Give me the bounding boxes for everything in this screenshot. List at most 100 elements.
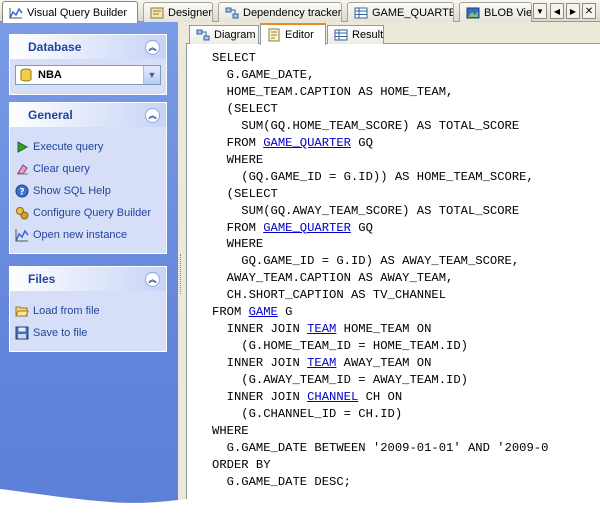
sql-token: WHERE (212, 423, 249, 438)
collapse-icon[interactable]: ︽ (145, 39, 160, 55)
sql-token: WHERE (212, 152, 264, 167)
sql-token: FROM (212, 220, 264, 235)
sql-token: FROM (212, 135, 264, 150)
tab-label: BLOB View (484, 6, 532, 19)
files-group-header[interactable]: Files ︽ (10, 267, 166, 291)
show-sql-help-link[interactable]: ? Show SQL Help (15, 180, 161, 202)
sql-token: SUM(GQ.AWAY_TEAM_SCORE) AS TOTAL_SCORE (212, 203, 520, 218)
sql-line: INNER JOIN TEAM HOME_TEAM ON (212, 322, 432, 336)
open-new-instance-link[interactable]: Open new instance (15, 224, 161, 246)
tab-diagram[interactable]: Diagram (189, 25, 259, 44)
sql-editor[interactable]: SELECT G.GAME_DATE, HOME_TEAM.CAPTION AS… (186, 44, 600, 513)
sql-line: WHERE (212, 237, 264, 252)
sql-token: (SELECT (212, 101, 278, 116)
sql-token: WHERE (212, 237, 264, 252)
sql-line: INNER JOIN TEAM AWAY_TEAM ON (212, 356, 432, 371)
sql-token: ORDER BY (212, 457, 271, 472)
sql-token: GQ (350, 135, 373, 150)
tab-label: Diagram (214, 29, 256, 41)
database-icon (19, 68, 33, 82)
database-select-value: NBA (38, 69, 62, 81)
help-icon: ? (15, 184, 29, 198)
database-select[interactable]: NBA ▼ (15, 65, 161, 85)
clear-query-link[interactable]: Clear query (15, 158, 161, 180)
sql-line: FROM GAME_QUARTER GQ (212, 221, 373, 235)
collapse-icon[interactable]: ︽ (145, 107, 160, 123)
torn-edge-decoration (0, 483, 600, 513)
result-icon (334, 28, 348, 42)
sql-line: FROM GAME G (212, 305, 292, 319)
close-tab-button[interactable]: ✕ (582, 3, 596, 19)
tab-label: GAME_QUARTER (372, 6, 453, 19)
document-tab-strip: Visual Query Builder Designer Dependency… (0, 0, 600, 23)
sql-token: (SELECT (212, 186, 278, 201)
sql-line: (G.HOME_TEAM_ID = HOME_TEAM.ID) (212, 339, 468, 353)
table-reference-link[interactable]: GAME (249, 305, 278, 319)
collapse-icon[interactable]: ︽ (145, 271, 160, 287)
sql-line: (G.AWAY_TEAM_ID = AWAY_TEAM.ID) (212, 373, 468, 387)
tab-dependency-tracker[interactable]: Dependency tracker (218, 2, 342, 22)
sql-line: WHERE (212, 424, 249, 438)
sql-token: CH ON (358, 390, 403, 405)
sql-token: G.GAME_DATE, (212, 67, 315, 82)
sql-line: SUM(GQ.AWAY_TEAM_SCORE) AS TOTAL_SCORE (212, 204, 519, 218)
sql-line: ORDER BY (212, 458, 271, 472)
sql-line: SELECT (212, 51, 256, 65)
editor-tab-strip: Diagram Editor Result (186, 22, 600, 45)
save-to-file-link[interactable]: Save to file (15, 322, 161, 344)
sql-token: GQ (350, 220, 373, 235)
tab-visual-query-builder[interactable]: Visual Query Builder (2, 1, 138, 23)
general-group: General ︽ Execute query Clear query ? Sh… (9, 102, 167, 254)
chevron-down-icon[interactable]: ▼ (143, 66, 160, 84)
tab-list-dropdown-button[interactable]: ▼ (533, 3, 547, 19)
sql-line: GQ.GAME_ID = G.ID) AS AWAY_TEAM_SCORE, (212, 254, 519, 268)
table-reference-link[interactable]: GAME_QUARTER (263, 136, 351, 150)
sql-token: AWAY_TEAM.CAPTION AS AWAY_TEAM, (212, 271, 454, 286)
table-reference-link[interactable]: TEAM (307, 322, 336, 336)
sql-text[interactable]: SELECT G.GAME_DATE, HOME_TEAM.CAPTION AS… (187, 44, 600, 491)
execute-query-link[interactable]: Execute query (15, 136, 161, 158)
tab-result[interactable]: Result (327, 25, 384, 44)
blob-icon (466, 7, 480, 19)
table-reference-link[interactable]: GAME_QUARTER (263, 221, 351, 235)
caret-down-icon: ▼ (536, 6, 544, 16)
group-title: Database (28, 40, 82, 54)
table-reference-link[interactable]: TEAM (307, 356, 336, 370)
editor-icon (267, 28, 281, 42)
table-icon (354, 7, 368, 19)
tab-scroll-left-button[interactable]: ◀ (550, 3, 564, 19)
general-group-header[interactable]: General ︽ (10, 103, 166, 127)
item-label: Clear query (33, 163, 90, 175)
sql-token: (G.CHANNEL_ID = CH.ID) (212, 407, 403, 422)
tab-game-quarter[interactable]: GAME_QUARTER (347, 2, 454, 22)
item-label: Configure Query Builder (33, 207, 152, 219)
tab-label: Result (352, 29, 384, 41)
configure-query-builder-link[interactable]: Configure Query Builder (15, 202, 161, 224)
sql-line: HOME_TEAM.CAPTION AS HOME_TEAM, (212, 84, 454, 99)
tab-designer[interactable]: Designer (143, 2, 213, 22)
configure-icon (15, 206, 29, 220)
tab-editor[interactable]: Editor (260, 23, 326, 45)
database-group-header[interactable]: Database ︽ (10, 35, 166, 59)
table-reference-link[interactable]: CHANNEL (307, 390, 358, 404)
splitter-grip[interactable] (180, 254, 183, 294)
sql-token: AWAY_TEAM ON (336, 356, 432, 371)
sql-token: INNER JOIN (212, 390, 308, 405)
play-icon (15, 140, 29, 154)
sql-token: G.GAME_DATE BETWEEN '2009-01-01' AND '20… (212, 440, 549, 455)
tab-blob-view[interactable]: BLOB View (459, 2, 532, 22)
sql-token: HOME_TEAM.CAPTION AS HOME_TEAM, (212, 84, 454, 99)
tab-label: Visual Query Builder (27, 6, 128, 19)
new-instance-icon (15, 228, 29, 242)
sql-line: (G.CHANNEL_ID = CH.ID) (212, 407, 402, 421)
sql-line: (SELECT (212, 187, 278, 201)
sql-line: FROM GAME_QUARTER GQ (212, 136, 373, 150)
sql-token: (GQ.GAME_ID = G.ID)) AS HOME_TEAM_SCORE, (212, 169, 534, 184)
load-from-file-link[interactable]: Load from file (15, 300, 161, 322)
panel-splitter[interactable] (178, 22, 186, 513)
database-group: Database ︽ NBA ▼ (9, 34, 167, 95)
chart-line-icon (9, 7, 23, 19)
tab-scroll-right-button[interactable]: ▶ (566, 3, 580, 19)
sql-token: CH.SHORT_CAPTION AS TV_CHANNEL (212, 288, 447, 303)
sql-token: GQ.GAME_ID = G.ID) AS AWAY_TEAM_SCORE, (212, 254, 520, 269)
